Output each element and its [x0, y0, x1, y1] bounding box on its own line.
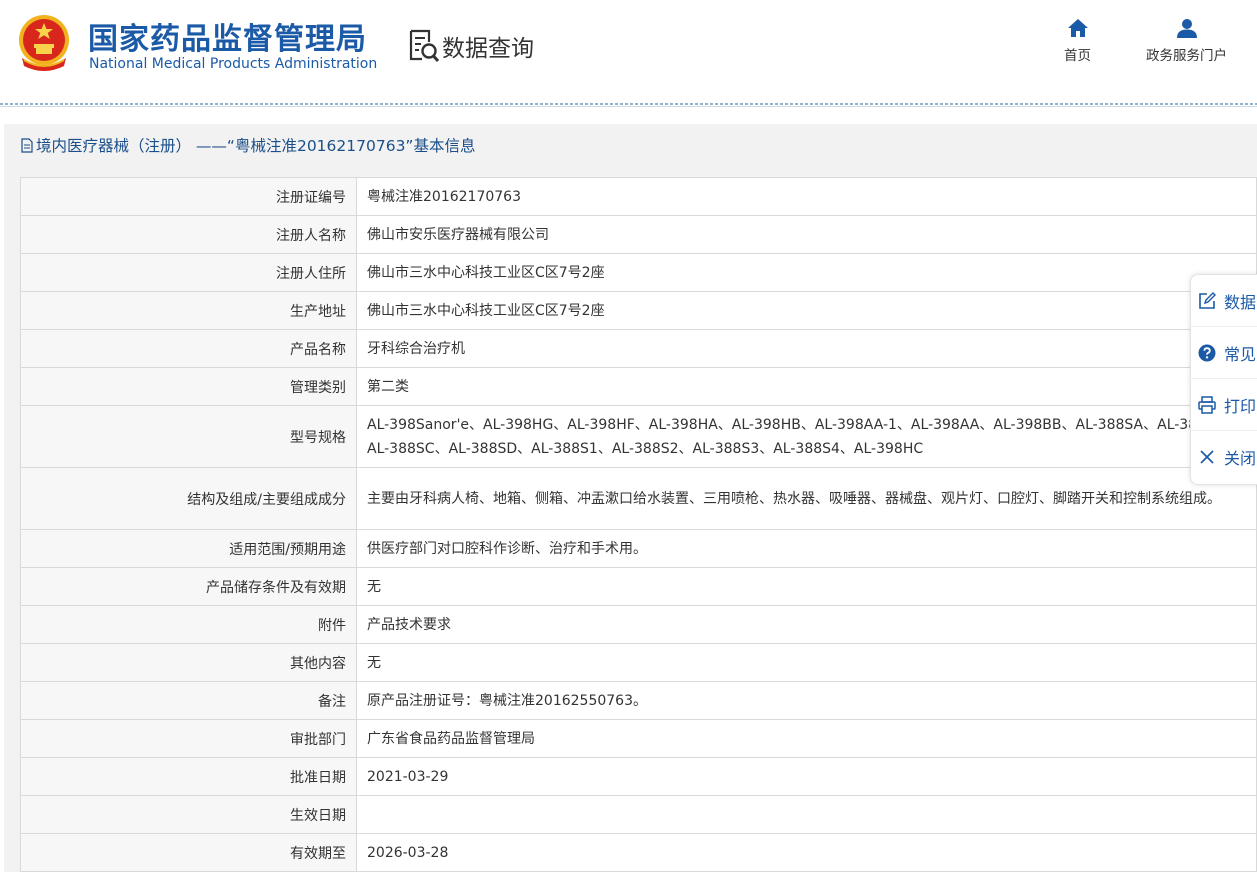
- data-query-title[interactable]: 数据查询: [406, 26, 534, 66]
- row-key: 备注: [20, 681, 357, 720]
- row-key: 生产地址: [20, 291, 357, 330]
- info-table-wrapper: 注册证编号 粤械注准20162170763 注册人名称 佛山市安乐医疗器械有限公司 …: [20, 177, 1257, 872]
- row-value: 原产品注册证号：粤械注准20162550763。: [356, 681, 1257, 720]
- table-row: 注册证编号 粤械注准20162170763: [20, 177, 1257, 216]
- header-divider-line: [0, 106, 1257, 107]
- row-value: 无: [356, 567, 1257, 606]
- float-print-button[interactable]: 打印: [1191, 379, 1257, 431]
- floating-toolbar: 数据 常见 打印 关闭: [1190, 274, 1257, 485]
- document-icon: [21, 137, 33, 153]
- table-row: 型号规格 AL-398Sanor'e、AL-398HG、AL-398HF、AL-3…: [20, 405, 1257, 468]
- nav-home[interactable]: 首页: [1064, 18, 1091, 64]
- home-icon: [1067, 19, 1088, 37]
- row-value: 广东省食品药品监督管理局: [356, 719, 1257, 758]
- table-row: 管理类别 第二类: [20, 367, 1257, 406]
- header-divider: [0, 103, 1257, 105]
- detail-panel: 境内医疗器械（注册） ——“粤械注准20162170763”基本信息 注册证编号…: [4, 124, 1257, 872]
- row-key: 注册人名称: [20, 215, 357, 254]
- row-key: 注册人住所: [20, 253, 357, 292]
- table-row: 适用范围/预期用途 供医疗部门对口腔科作诊断、治疗和手术用。: [20, 529, 1257, 568]
- row-key: 适用范围/预期用途: [20, 529, 357, 568]
- print-icon: [1198, 395, 1216, 414]
- table-row: 附件 产品技术要求: [20, 605, 1257, 644]
- row-value: 牙科综合治疗机: [356, 329, 1257, 368]
- close-icon: [1200, 450, 1214, 464]
- brand-name-cn: 国家药品监督管理局: [88, 22, 367, 57]
- info-table: 注册证编号 粤械注准20162170763 注册人名称 佛山市安乐医疗器械有限公司 …: [20, 177, 1257, 872]
- row-key: 型号规格: [20, 405, 357, 468]
- table-row: 其他内容无: [20, 643, 1257, 682]
- row-value: 粤械注准20162170763: [356, 177, 1257, 216]
- table-row: 产品名称 牙科综合治疗机: [20, 329, 1257, 368]
- float-close-button[interactable]: 关闭: [1191, 431, 1257, 483]
- float-faq-label: 常见: [1224, 344, 1257, 364]
- row-value: 产品技术要求: [356, 605, 1257, 644]
- table-row: 备注 原产品注册证号：粤械注准20162550763。: [20, 681, 1257, 720]
- national-emblem-icon: [19, 15, 69, 71]
- row-key: 结构及组成/主要组成成分: [20, 467, 357, 530]
- breadcrumb-text: 境内医疗器械（注册） ——“粤械注准20162170763”基本信息: [36, 137, 476, 155]
- table-row: 结构及组成/主要组成成分 主要由牙科病人椅、地箱、侧箱、冲盂漱口给水装置、三用喷枪…: [20, 467, 1257, 530]
- nav-service-portal-label: 政务服务门户: [1146, 48, 1227, 64]
- brand-name-en: National Medical Products Administration: [89, 56, 378, 72]
- row-key: 生效日期: [20, 795, 357, 834]
- row-value: 2021-03-29: [356, 757, 1257, 796]
- row-value: 主要由牙科病人椅、地箱、侧箱、冲盂漱口给水装置、三用喷枪、热水器、吸唾器、器械盘…: [356, 467, 1257, 530]
- table-row: 生效日期: [20, 795, 1257, 834]
- row-key: 产品名称: [20, 329, 357, 368]
- table-row: 有效期至 2026-03-28: [20, 833, 1257, 872]
- table-row: 审批部门 广东省食品药品监督管理局: [20, 719, 1257, 758]
- row-value: 供医疗部门对口腔科作诊断、治疗和手术用。: [356, 529, 1257, 568]
- user-icon: [1176, 19, 1197, 38]
- row-key: 有效期至: [20, 833, 357, 872]
- float-close-label: 关闭: [1224, 449, 1257, 468]
- row-value: 佛山市三水中心科技工业区C区7号2座: [356, 291, 1257, 330]
- row-key: 批准日期: [20, 757, 357, 796]
- float-faq-button[interactable]: 常见: [1191, 327, 1257, 379]
- row-key: 注册证编号: [20, 177, 357, 216]
- row-value: AL-398Sanor'e、AL-398HG、AL-398HF、AL-398HA…: [356, 405, 1257, 468]
- row-key: 管理类别: [20, 367, 357, 406]
- row-key: 其他内容: [20, 643, 357, 682]
- row-value: [356, 795, 1257, 834]
- row-value: 佛山市安乐医疗器械有限公司: [356, 215, 1257, 254]
- breadcrumb: 境内医疗器械（注册） ——“粤械注准20162170763”基本信息: [20, 134, 475, 156]
- row-key: 附件: [20, 605, 357, 644]
- float-data-label: 数据: [1224, 292, 1257, 312]
- table-row: 生产地址 佛山市三水中心科技工业区C区7号2座: [20, 291, 1257, 330]
- data-query-icon: [409, 29, 440, 63]
- nav-service-portal[interactable]: 政务服务门户: [1146, 18, 1227, 64]
- row-value: 佛山市三水中心科技工业区C区7号2座: [356, 253, 1257, 292]
- table-row: 注册人名称 佛山市安乐医疗器械有限公司: [20, 215, 1257, 254]
- float-data-button[interactable]: 数据: [1191, 275, 1257, 327]
- row-key: 产品储存条件及有效期: [20, 567, 357, 606]
- edit-icon: [1199, 291, 1216, 309]
- nav-home-label: 首页: [1064, 48, 1091, 64]
- row-key: 审批部门: [20, 719, 357, 758]
- table-row: 注册人住所 佛山市三水中心科技工业区C区7号2座: [20, 253, 1257, 292]
- data-query-label: 数据查询: [442, 36, 534, 62]
- table-row: 产品储存条件及有效期无: [20, 567, 1257, 606]
- site-header: 国家药品监督管理局 National Medical Products Admi…: [0, 0, 1257, 104]
- row-value: 2026-03-28: [356, 833, 1257, 872]
- help-icon: [1198, 344, 1216, 361]
- table-row: 批准日期 2021-03-29: [20, 757, 1257, 796]
- row-value: 第二类: [356, 367, 1257, 406]
- row-value: 无: [356, 643, 1257, 682]
- float-print-label: 打印: [1224, 396, 1257, 416]
